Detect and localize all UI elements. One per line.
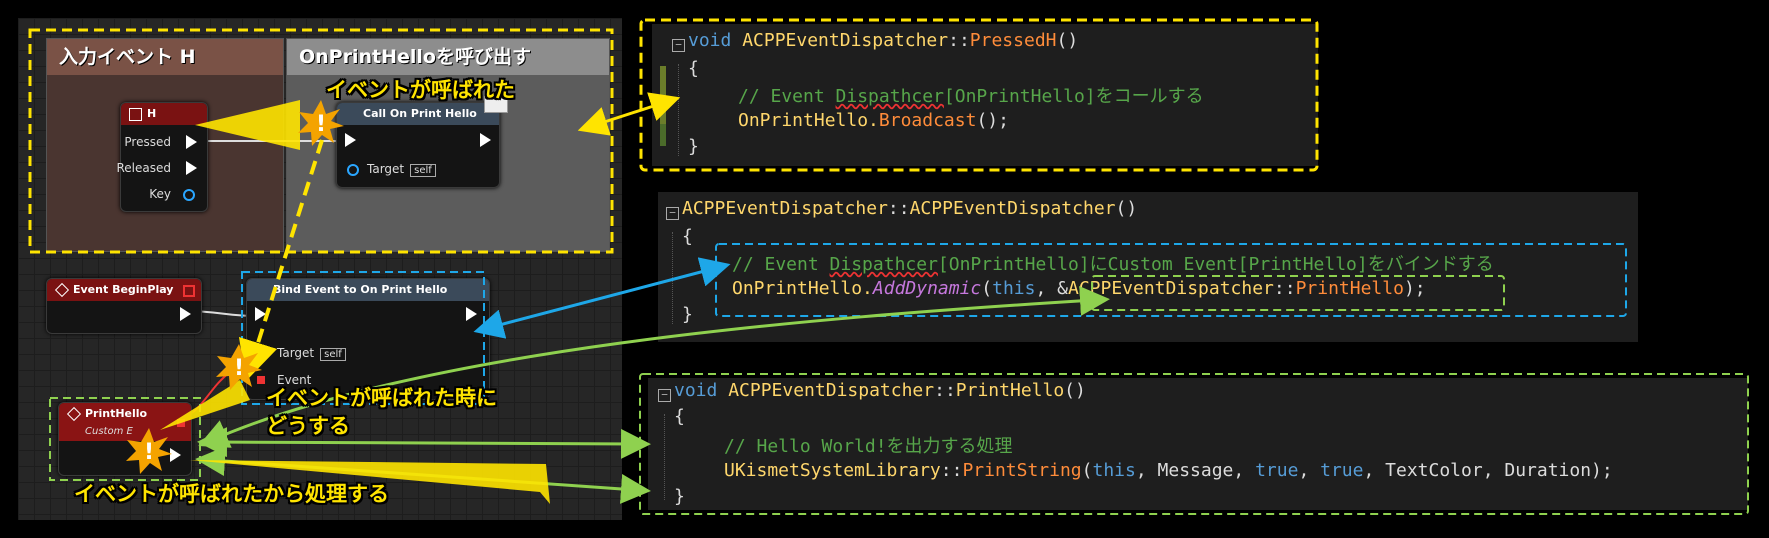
svg-text:!: ! (234, 356, 244, 381)
warning-icon: ! (298, 100, 344, 146)
warning-icon: ! (126, 428, 172, 474)
pin-key[interactable] (183, 189, 195, 201)
code1-line5: } (688, 136, 699, 157)
bind-exec-in[interactable] (255, 307, 266, 321)
warning-icon: ! (216, 344, 262, 390)
bind-target: Target self (277, 346, 346, 361)
callout-process-after-call: イベントが呼ばれたから処理する (74, 482, 389, 506)
code1-line4: OnPrintHello.Broadcast(); (738, 110, 1009, 131)
call-target: Target self (367, 162, 436, 177)
bind-target-self[interactable]: self (320, 348, 346, 361)
code-block-print-hello: − void ACPPEventDispatcher::PrintHello()… (648, 378, 1748, 510)
call-exec-in[interactable] (345, 133, 356, 147)
node-call-print-hello-title: Call On Print Hello (337, 103, 499, 125)
code2-line1: ACPPEventDispatcher::ACPPEventDispatcher… (682, 198, 1138, 219)
svg-text:!: ! (316, 112, 326, 137)
changed-line-bar-2 (660, 124, 666, 146)
code-block-constructor: − ACPPEventDispatcher::ACPPEventDispatch… (658, 192, 1638, 342)
code3-line5: } (674, 486, 685, 507)
node-begin-play[interactable]: Event BeginPlay (46, 278, 202, 334)
node-bind-event-title: Bind Event to On Print Hello (247, 279, 489, 301)
node-print-hello-label: PrintHello (85, 407, 148, 420)
pin-released[interactable] (186, 161, 197, 175)
node-h-key-label: H (147, 107, 157, 120)
code3-line4: UKismetSystemLibrary::PrintString(this, … (724, 460, 1613, 481)
pin-pressed[interactable] (186, 135, 197, 149)
keyboard-icon (129, 108, 142, 121)
pin-pressed-label: Pressed (124, 135, 171, 149)
bind-target-label: Target (277, 346, 315, 360)
call-target-label: Target (367, 162, 405, 176)
blueprint-graph[interactable]: 入力イベント H OnPrintHelloを呼び出す H Pressed Rel… (18, 18, 622, 520)
pin-key-label: Key (149, 187, 171, 201)
code3-line3: // Hello World!を出力する処理 (724, 436, 1013, 457)
code2-line4: OnPrintHello.AddDynamic(this, &ACPPEvent… (732, 278, 1426, 299)
collapse-toggle[interactable]: − (666, 207, 679, 220)
callout-event-called: イベントが呼ばれた (326, 78, 515, 102)
bind-exec-out[interactable] (466, 307, 477, 321)
node-call-print-hello[interactable]: Call On Print Hello Target self (336, 102, 500, 188)
callout-when-called-1: イベントが呼ばれた時に (266, 386, 497, 410)
code1-line1: void ACPPEventDispatcher::PressedH() (688, 30, 1079, 51)
node-begin-play-label: Event BeginPlay (73, 283, 174, 296)
code3-line2: { (674, 406, 685, 427)
event-diamond-icon (66, 406, 82, 422)
changed-line-bar (660, 66, 666, 124)
code1-line2: { (688, 58, 699, 79)
code1-line3: // Event Dispathcer[OnPrintHello]をコールする (738, 86, 1204, 107)
callout-when-called-2: どうする (266, 414, 350, 438)
delegate-square-icon (183, 285, 195, 297)
collapse-toggle[interactable]: − (658, 389, 671, 402)
code2-line3: // Event Dispathcer[OnPrintHello]にCustom… (732, 254, 1494, 275)
code3-line1: void ACPPEventDispatcher::PrintHello() (674, 380, 1086, 401)
node-h-key-title: H (121, 103, 207, 125)
svg-text:!: ! (144, 440, 154, 465)
call-target-self[interactable]: self (410, 164, 436, 177)
node-begin-play-title: Event BeginPlay (47, 279, 201, 301)
event-diamond-icon (54, 282, 70, 298)
delegate-pin[interactable] (177, 419, 185, 427)
call-exec-out-outline (480, 133, 491, 147)
code2-line5: } (682, 304, 693, 325)
pin-released-label: Released (116, 161, 171, 175)
code2-line2: { (682, 226, 693, 247)
node-h-key[interactable]: H Pressed Released Key (116, 102, 208, 212)
code-block-pressed-h: − void ACPPEventDispatcher::PressedH() {… (652, 24, 1318, 166)
begin-play-exec-out[interactable] (180, 307, 191, 321)
collapse-toggle[interactable]: − (672, 39, 685, 52)
call-target-pin[interactable] (347, 164, 359, 176)
